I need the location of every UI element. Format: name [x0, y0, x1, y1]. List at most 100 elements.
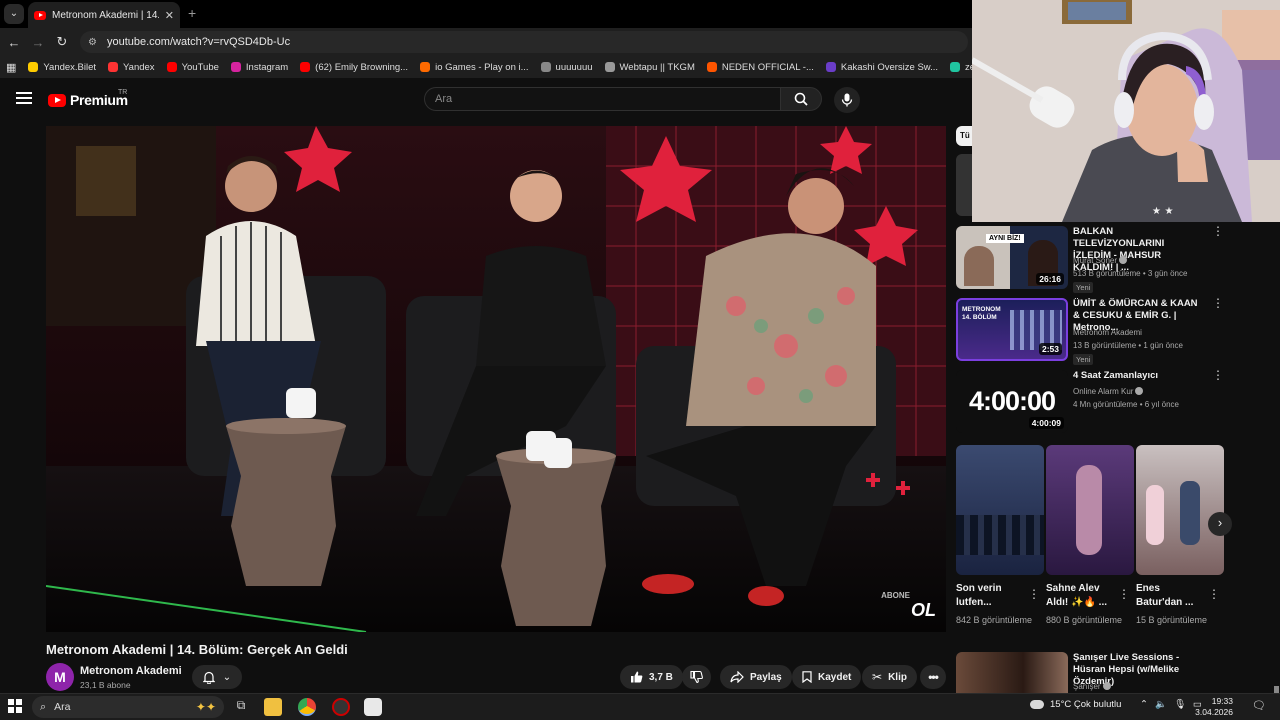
video-title: Metronom Akademi | 14. Bölüm: Gerçek An …: [46, 642, 348, 657]
channel-avatar[interactable]: M: [46, 663, 74, 691]
back-arrow-icon[interactable]: ←: [2, 35, 26, 50]
task-view-icon[interactable]: ⧉: [232, 698, 250, 716]
tab-close-icon[interactable]: ✕: [165, 9, 174, 22]
more-actions-button[interactable]: •••: [920, 665, 946, 689]
short-views: 15 B görüntüleme: [1136, 615, 1208, 625]
chevron-up-icon[interactable]: ⌃: [1140, 699, 1148, 710]
sidebar-video-item[interactable]: METRONOM 14. BÖLÜM 2:53 ÜMİT & ÖMÜRCAN &…: [956, 297, 1224, 365]
sidebar-video-item[interactable]: AYNI BİZ! 26:16 BALKAN TELEVİZYONLARINI …: [956, 225, 1224, 293]
sidebar-video-title[interactable]: BALKAN TELEVİZYONLARINI İZLEDİM - MAHSUR…: [1073, 226, 1203, 274]
verified-icon: [1102, 682, 1111, 690]
tab-title: Metronom Akademi | 14. Bölüm: [52, 9, 159, 21]
voice-search-button[interactable]: [834, 87, 860, 113]
bookmark-item[interactable]: zelderler - Streamer...: [944, 62, 972, 73]
more-vertical-icon[interactable]: ⋮: [1028, 587, 1040, 601]
windows-start-icon[interactable]: [8, 699, 22, 713]
bookmark-item[interactable]: Yandex: [102, 62, 161, 73]
video-thumbnail[interactable]: METRONOM 14. BÖLÜM 2:53: [956, 298, 1068, 361]
short-title[interactable]: Enes Batur'dan ...: [1136, 582, 1206, 610]
cloud-icon: [1030, 700, 1044, 709]
bookmark-favicon-icon: [300, 62, 311, 72]
notification-bell-button[interactable]: ⌄: [192, 665, 242, 689]
sidebar-channel-name[interactable]: Metronom Akademi: [1073, 328, 1142, 337]
site-info-icon[interactable]: ⚙: [88, 37, 97, 48]
verified-icon: [1135, 387, 1144, 395]
thumbs-up-icon: [631, 671, 643, 683]
reload-icon[interactable]: ↻: [50, 34, 74, 50]
bookmark-item[interactable]: Yandex.Bilet: [22, 62, 102, 73]
app-icon[interactable]: [332, 698, 350, 716]
bookmark-favicon-icon: [230, 62, 241, 72]
menu-hamburger-icon[interactable]: [16, 92, 32, 104]
short-title[interactable]: Son verin lutfen...: [956, 582, 1026, 610]
more-vertical-icon[interactable]: ⋮: [1212, 297, 1224, 309]
share-button[interactable]: Paylaş: [720, 665, 792, 689]
filter-chip-all[interactable]: Tü: [956, 126, 972, 146]
weather-widget[interactable]: 15°C Çok bulutlu: [1030, 699, 1121, 710]
bookmark-item[interactable]: NEDEN OFFICIAL -...: [701, 62, 820, 73]
chrome-icon[interactable]: [298, 698, 316, 716]
sidebar-channel-name[interactable]: Şanışer: [1073, 682, 1111, 691]
clip-button[interactable]: ✂ Klip: [862, 665, 917, 689]
sidebar-channel-name[interactable]: Online Alarm Kur: [1073, 387, 1144, 396]
shorts-next-arrow-icon[interactable]: ›: [1208, 512, 1232, 536]
bookmark-item[interactable]: Webtapu || TKGM: [599, 62, 701, 73]
clock-time: 19:33: [1211, 696, 1233, 706]
tab-search-button[interactable]: ⌄: [4, 4, 24, 24]
dislike-button[interactable]: [682, 665, 711, 689]
bookmark-item[interactable]: YouTube: [161, 62, 225, 73]
short-thumbnail[interactable]: [1136, 445, 1224, 575]
like-button[interactable]: 3,7 B: [620, 665, 683, 689]
video-thumbnail[interactable]: AYNI BİZ! 26:16: [956, 226, 1068, 289]
bookmark-item[interactable]: uuuuuuu: [535, 62, 599, 73]
bookmark-label: YouTube: [181, 61, 219, 73]
taskbar-search-input[interactable]: ⌕ Ara ✦✦: [32, 696, 224, 718]
bookmark-favicon-icon: [28, 62, 39, 72]
microphone-icon[interactable]: 🎙: [1174, 699, 1186, 710]
scrollbar-thumb[interactable]: [1274, 686, 1279, 693]
channel-name[interactable]: Metronom Akademi: [80, 665, 182, 677]
bookmark-favicon-icon: [420, 62, 431, 72]
taskbar-clock[interactable]: 19:33 3.04.2026: [1195, 696, 1233, 718]
partial-thumbnail[interactable]: [956, 154, 972, 216]
sidebar-video-item[interactable]: Şanışer Live Sessions - Hüsran Hepsi (w/…: [956, 652, 1216, 693]
bookmark-label: Instagram: [245, 61, 289, 73]
volume-icon[interactable]: 🔈: [1155, 699, 1167, 710]
apps-grid-icon[interactable]: ▦: [6, 61, 16, 74]
bookmark-favicon-icon: [108, 62, 119, 72]
bookmark-item[interactable]: Kakashi Oversize Sw...: [820, 62, 944, 73]
bookmark-item[interactable]: io Games - Play on i...: [414, 62, 534, 73]
forward-arrow-icon[interactable]: →: [26, 35, 50, 50]
short-views: 842 B görüntüleme: [956, 615, 1033, 625]
video-player[interactable]: ABONE OL: [46, 126, 946, 632]
short-title[interactable]: Sahne Alev Aldı! ✨🔥 ...: [1046, 582, 1116, 610]
more-vertical-icon[interactable]: ⋮: [1118, 587, 1130, 601]
video-thumbnail[interactable]: 4:00:00 4:00:09: [956, 370, 1068, 433]
new-tab-plus-icon[interactable]: +: [188, 5, 196, 21]
address-bar[interactable]: ⚙ youtube.com/watch?v=rvQSD4Db-Uc: [80, 31, 968, 53]
file-explorer-icon[interactable]: [264, 698, 282, 716]
more-vertical-icon[interactable]: ⋮: [1212, 225, 1224, 237]
save-button[interactable]: Kaydet: [792, 665, 862, 689]
more-vertical-icon[interactable]: ⋮: [1212, 369, 1224, 381]
sidebar-video-item[interactable]: 4:00:00 4:00:09 4 Saat Zamanlayıcı Onlin…: [956, 369, 1224, 434]
more-vertical-icon[interactable]: ⋮: [1212, 652, 1216, 663]
weather-text: 15°C Çok bulutlu: [1050, 699, 1122, 710]
notifications-icon[interactable]: 🗨: [1252, 699, 1266, 712]
browser-tab-active[interactable]: Metronom Akademi | 14. Bölüm ✕: [28, 2, 180, 28]
bookmark-item[interactable]: (62) Emily Browning...: [294, 62, 414, 73]
short-thumbnail[interactable]: [1046, 445, 1134, 575]
bookmark-favicon-icon: [950, 62, 961, 72]
save-label: Kaydet: [818, 671, 852, 683]
short-thumbnail[interactable]: [956, 445, 1044, 575]
sidebar-video-title[interactable]: 4 Saat Zamanlayıcı: [1073, 370, 1203, 382]
capcut-icon[interactable]: [364, 698, 382, 716]
bookmark-item[interactable]: Instagram: [225, 62, 294, 73]
sidebar-channel-name[interactable]: Murat Soner: [1073, 256, 1128, 265]
more-vertical-icon[interactable]: ⋮: [1208, 587, 1220, 601]
youtube-premium-logo[interactable]: Premium: [48, 92, 128, 108]
search-input[interactable]: Ara: [424, 87, 780, 111]
search-button[interactable]: [780, 87, 822, 111]
search-highlight-icon: ✦✦: [195, 700, 216, 714]
video-thumbnail[interactable]: [956, 652, 1068, 693]
